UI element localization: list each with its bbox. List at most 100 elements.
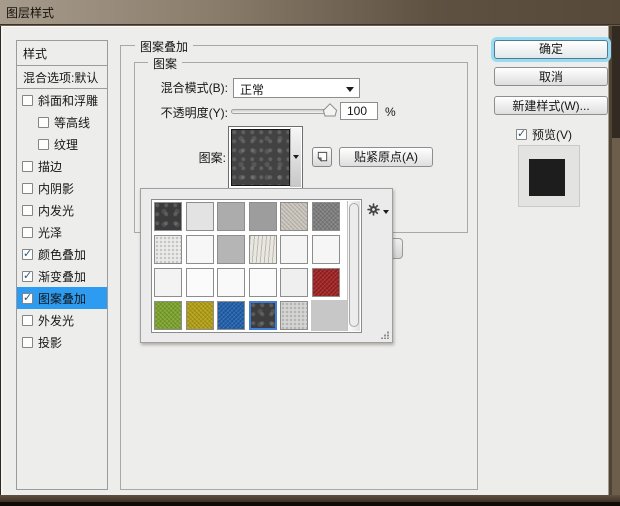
pattern-picker-popup: [140, 188, 393, 343]
current-pattern-thumbnail[interactable]: [231, 129, 290, 186]
pattern-swatch[interactable]: [154, 202, 182, 231]
popup-scrollbar-thumb[interactable]: [349, 203, 359, 327]
pattern-preview-well[interactable]: [228, 126, 303, 189]
sidebar-item-styles[interactable]: 样式: [17, 41, 107, 66]
sidebar-item-label: 内发光: [38, 202, 74, 219]
pattern-swatch[interactable]: [280, 301, 308, 330]
sidebar-item-color-overlay[interactable]: ✓ 颜色叠加: [17, 243, 107, 265]
pattern-swatch[interactable]: [217, 268, 245, 297]
sidebar-item-label: 投影: [38, 334, 62, 351]
pattern-swatch[interactable]: [280, 268, 308, 297]
color-overlay-checkbox[interactable]: ✓: [22, 249, 33, 260]
empty-swatch-slot: [311, 300, 347, 331]
pattern-swatch-selected[interactable]: [249, 301, 277, 330]
sidebar-item-label: 样式: [23, 45, 47, 62]
sidebar-item-pattern-overlay[interactable]: ✓ 图案叠加: [17, 287, 107, 309]
occluded-control-fragment: [393, 238, 403, 259]
popup-resize-grip[interactable]: [381, 331, 389, 339]
pattern-swatch[interactable]: [186, 301, 214, 330]
window-title: 图层样式: [6, 4, 54, 21]
drop-shadow-checkbox[interactable]: [22, 337, 33, 348]
style-preview-box: [518, 145, 580, 207]
pattern-swatch[interactable]: [280, 235, 308, 264]
sidebar-item-outer-glow[interactable]: 外发光: [17, 309, 107, 331]
pattern-label: 图案:: [120, 148, 226, 168]
sidebar-item-gradient-overlay[interactable]: ✓ 渐变叠加: [17, 265, 107, 287]
pattern-group-title: 图案: [148, 55, 182, 72]
panel-title: 图案叠加: [135, 38, 193, 55]
pattern-swatch[interactable]: [154, 235, 182, 264]
pattern-swatch[interactable]: [217, 202, 245, 231]
chevron-down-icon: [293, 155, 299, 159]
new-preset-button[interactable]: [312, 147, 332, 167]
inner-shadow-checkbox[interactable]: [22, 183, 33, 194]
sidebar-item-satin[interactable]: 光泽: [17, 221, 107, 243]
pattern-overlay-checkbox[interactable]: ✓: [22, 293, 33, 304]
pattern-swatch[interactable]: [249, 235, 277, 264]
sidebar-item-texture[interactable]: 纹理: [17, 133, 107, 155]
checkmark-icon: ✓: [23, 269, 32, 282]
sidebar-item-label: 斜面和浮雕: [38, 92, 98, 109]
layer-style-dialog: 图层样式 样式混合选项:默认斜面和浮雕等高线纹理描边内阴影内发光光泽✓颜色叠加✓…: [0, 0, 620, 506]
pattern-swatch[interactable]: [249, 202, 277, 231]
sidebar-item-label: 图案叠加: [38, 290, 86, 307]
checkmark-icon: ✓: [517, 127, 526, 140]
sidebar-item-drop-shadow[interactable]: 投影: [17, 331, 107, 353]
new-style-button[interactable]: 新建样式(W)...: [494, 96, 608, 115]
sidebar-item-label: 内阴影: [38, 180, 74, 197]
contour-checkbox[interactable]: [38, 117, 49, 128]
opacity-input[interactable]: 100: [340, 102, 378, 120]
gradient-overlay-checkbox[interactable]: ✓: [22, 271, 33, 282]
pattern-picker-arrow[interactable]: [290, 128, 301, 187]
picker-menu-button[interactable]: [367, 203, 380, 219]
pattern-swatch[interactable]: [312, 235, 340, 264]
preview-checkbox[interactable]: ✓: [516, 129, 527, 140]
outer-glow-checkbox[interactable]: [22, 315, 33, 326]
pattern-swatch[interactable]: [312, 202, 340, 231]
preview-label: 预览(V): [532, 126, 572, 143]
blend-mode-select[interactable]: 正常: [233, 78, 360, 98]
pattern-swatch[interactable]: [154, 268, 182, 297]
new-preset-icon: [316, 151, 329, 164]
sidebar-item-stroke[interactable]: 描边: [17, 155, 107, 177]
sidebar-item-contour[interactable]: 等高线: [17, 111, 107, 133]
sidebar-item-bevel-emboss[interactable]: 斜面和浮雕: [17, 89, 107, 111]
pattern-swatch[interactable]: [312, 268, 340, 297]
window-bottom-frame: [0, 495, 620, 502]
pattern-swatch[interactable]: [186, 202, 214, 231]
checkmark-icon: ✓: [23, 291, 32, 304]
inner-glow-checkbox[interactable]: [22, 205, 33, 216]
background-strip-dark: [612, 26, 620, 138]
popup-scrollbar[interactable]: [347, 201, 360, 331]
satin-checkbox[interactable]: [22, 227, 33, 238]
preview-toggle: ✓ 预览(V): [516, 126, 572, 143]
pattern-swatch[interactable]: [154, 301, 182, 330]
opacity-slider-track[interactable]: [231, 109, 332, 114]
bevel-emboss-checkbox[interactable]: [22, 95, 33, 106]
window-bottom-edge: [0, 502, 620, 506]
cancel-button[interactable]: 取消: [494, 67, 608, 86]
sidebar-item-blending-options[interactable]: 混合选项:默认: [17, 66, 107, 89]
pattern-swatch[interactable]: [280, 202, 308, 231]
pattern-swatch[interactable]: [217, 235, 245, 264]
pattern-swatch[interactable]: [249, 268, 277, 297]
sidebar-item-label: 渐变叠加: [38, 268, 86, 285]
opacity-label: 不透明度(Y):: [120, 103, 228, 123]
opacity-slider-thumb[interactable]: [322, 103, 338, 120]
pattern-swatch[interactable]: [186, 235, 214, 264]
titlebar[interactable]: 图层样式: [0, 0, 620, 25]
blend-mode-label: 混合模式(B):: [120, 78, 228, 98]
style-preview-swatch: [529, 159, 565, 196]
texture-checkbox[interactable]: [38, 139, 49, 150]
sidebar-item-label: 颜色叠加: [38, 246, 86, 263]
blend-mode-value: 正常: [240, 81, 264, 98]
pattern-swatch-grid: [151, 199, 362, 333]
sidebar-item-inner-glow[interactable]: 内发光: [17, 199, 107, 221]
sidebar-item-inner-shadow[interactable]: 内阴影: [17, 177, 107, 199]
stroke-checkbox[interactable]: [22, 161, 33, 172]
snap-to-origin-button[interactable]: 贴紧原点(A): [339, 147, 433, 167]
ok-button[interactable]: 确定: [494, 40, 608, 59]
pattern-swatch[interactable]: [217, 301, 245, 330]
pattern-swatch[interactable]: [186, 268, 214, 297]
window-left-highlight: [1, 26, 3, 495]
